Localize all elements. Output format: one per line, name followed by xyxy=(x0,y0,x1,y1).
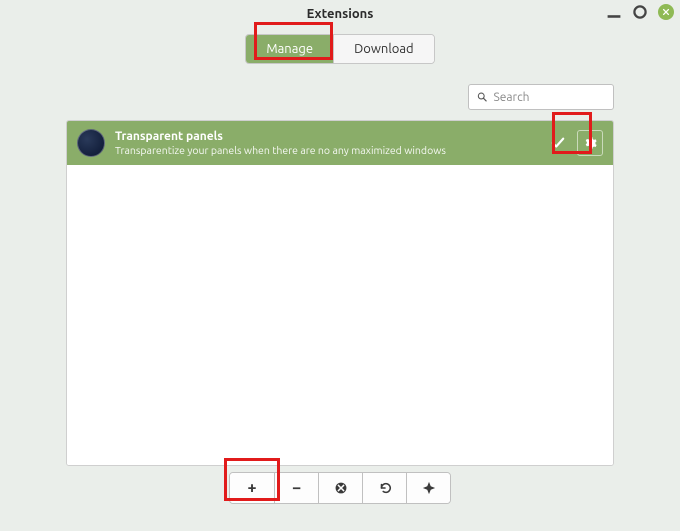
gear-icon xyxy=(583,136,597,150)
minus-icon: − xyxy=(292,480,301,496)
extension-enabled-check xyxy=(549,136,567,150)
search-box[interactable] xyxy=(468,84,614,110)
extension-icon xyxy=(77,129,105,157)
extensions-panel: Transparent panels Transparentize your p… xyxy=(66,120,614,466)
titlebar: Extensions xyxy=(0,0,680,28)
check-icon xyxy=(551,136,565,150)
remove-circle-icon xyxy=(334,481,348,495)
minimize-button[interactable] xyxy=(606,4,622,20)
action-button[interactable] xyxy=(406,473,450,503)
toolbar-row: + − xyxy=(66,472,614,504)
minimize-icon xyxy=(606,4,622,20)
action-icon xyxy=(422,481,436,495)
extension-description: Transparentize your panels when there ar… xyxy=(115,144,539,157)
undo-button[interactable] xyxy=(362,473,406,503)
close-icon xyxy=(662,8,670,16)
window-controls xyxy=(606,4,674,20)
search-row xyxy=(0,74,680,120)
extension-title: Transparent panels xyxy=(115,130,539,144)
tabs-row: Manage Download xyxy=(0,28,680,74)
add-button[interactable]: + xyxy=(230,473,274,503)
plus-icon: + xyxy=(247,480,256,496)
tab-download[interactable]: Download xyxy=(333,35,434,63)
window-title: Extensions xyxy=(307,7,374,21)
tab-manage[interactable]: Manage xyxy=(246,35,333,63)
undo-icon xyxy=(378,481,392,495)
extension-row[interactable]: Transparent panels Transparentize your p… xyxy=(67,121,613,165)
disable-button[interactable] xyxy=(318,473,362,503)
extension-text: Transparent panels Transparentize your p… xyxy=(115,130,539,157)
search-icon xyxy=(477,91,487,103)
remove-button[interactable]: − xyxy=(274,473,318,503)
maximize-icon xyxy=(632,4,648,20)
toolbar: + − xyxy=(229,472,451,504)
extensions-empty-area xyxy=(67,165,613,465)
extension-settings-button[interactable] xyxy=(577,130,603,156)
maximize-button[interactable] xyxy=(632,4,648,20)
close-button[interactable] xyxy=(658,4,674,20)
tabs: Manage Download xyxy=(245,34,434,64)
search-input[interactable] xyxy=(493,91,605,104)
